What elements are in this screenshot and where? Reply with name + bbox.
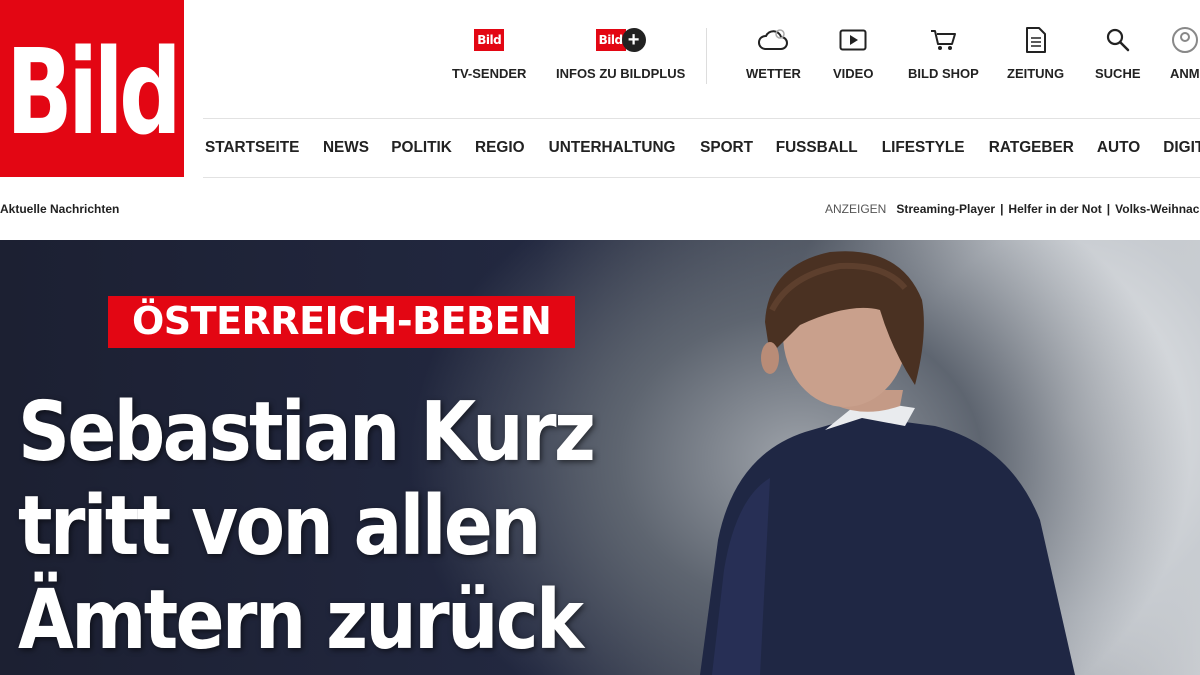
ad-links: ANZEIGEN Streaming-Player | Helfer in de… <box>825 202 1200 216</box>
topbar-divider <box>706 28 707 84</box>
bildplus-info-label: INFOS ZU BILDPLUS <box>556 66 686 81</box>
plus-icon: + <box>621 28 646 52</box>
nav-item-politik[interactable]: POLITIK <box>392 139 453 157</box>
hero-teaser[interactable]: ÖSTERREICH-BEBEN Sebastian Kurz tritt vo… <box>0 240 1200 675</box>
login-link[interactable]: ANM <box>1170 24 1200 81</box>
promo-link-helfer[interactable]: Helfer in der Not <box>1008 202 1101 216</box>
service-bar: Bild TV-SENDER Bild + INFOS ZU BILDPLUS … <box>0 0 1200 118</box>
tv-sender-label: TV-SENDER <box>452 66 527 81</box>
link-separator: | <box>1106 202 1111 216</box>
cloud-icon <box>756 24 790 56</box>
tv-sender-link[interactable]: Bild TV-SENDER <box>452 24 526 81</box>
cart-icon <box>929 24 957 56</box>
newspaper-link[interactable]: ZEITUNG <box>1007 24 1064 81</box>
nav-item-fussball[interactable]: FUSSBALL <box>776 139 858 157</box>
search-label: SUCHE <box>1095 66 1141 81</box>
weather-label: WETTER <box>746 66 801 81</box>
search-link[interactable]: SUCHE <box>1095 24 1141 81</box>
hero-kicker: ÖSTERREICH-BEBEN <box>108 296 576 348</box>
bildplus-info-link[interactable]: Bild + INFOS ZU BILDPLUS <box>556 24 685 81</box>
hero-headline: Sebastian Kurz tritt von allen Ämtern zu… <box>18 386 738 668</box>
link-separator: | <box>1000 202 1004 216</box>
nav-item-news[interactable]: NEWS <box>323 139 369 157</box>
nav-item-startseite[interactable]: STARTSEITE <box>205 139 299 157</box>
user-icon <box>1171 24 1199 56</box>
main-navigation: STARTSEITE NEWS POLITIK REGIO UNTERHALTUNG SP… <box>203 118 1200 178</box>
bild-shop-label: BILD SHOP <box>908 66 979 81</box>
bild-mini-logo-icon: Bild <box>474 24 505 56</box>
nav-item-lifestyle[interactable]: LIFESTYLE <box>882 139 965 157</box>
nav-item-regio[interactable]: REGIO <box>475 139 525 157</box>
headline-line: tritt von allen <box>18 479 542 574</box>
bild-shop-link[interactable]: BILD SHOP <box>908 24 979 81</box>
nav-item-digital[interactable]: DIGITAL <box>1163 139 1200 157</box>
headline-line: Sebastian Kurz <box>18 385 596 480</box>
nav-item-auto[interactable]: AUTO <box>1097 139 1140 157</box>
video-link[interactable]: VIDEO <box>833 24 873 81</box>
promo-link-weihnachts[interactable]: Volks-Weihnachts <box>1115 202 1200 216</box>
search-icon <box>1105 24 1131 56</box>
nav-item-ratgeber[interactable]: RATGEBER <box>989 139 1074 157</box>
bildplus-logo-icon: Bild + <box>595 24 646 56</box>
nav-list: STARTSEITE NEWS POLITIK REGIO UNTERHALTUNG SP… <box>203 119 1200 177</box>
nav-item-unterhaltung[interactable]: UNTERHALTUNG <box>549 139 676 157</box>
video-label: VIDEO <box>833 66 874 81</box>
nav-item-sport[interactable]: SPORT <box>700 139 753 157</box>
sub-bar: Aktuelle Nachrichten ANZEIGEN Streaming-… <box>0 178 1200 240</box>
newspaper-label: ZEITUNG <box>1007 66 1065 81</box>
ads-label: ANZEIGEN <box>825 202 887 216</box>
breaking-news-label[interactable]: Aktuelle Nachrichten <box>0 202 119 216</box>
play-icon <box>839 24 867 56</box>
headline-line: Ämtern zurück <box>18 573 584 668</box>
weather-link[interactable]: WETTER <box>746 24 801 81</box>
login-label: ANM <box>1170 66 1200 81</box>
promo-link-streaming[interactable]: Streaming-Player <box>896 202 995 216</box>
newspaper-icon <box>1025 24 1047 56</box>
